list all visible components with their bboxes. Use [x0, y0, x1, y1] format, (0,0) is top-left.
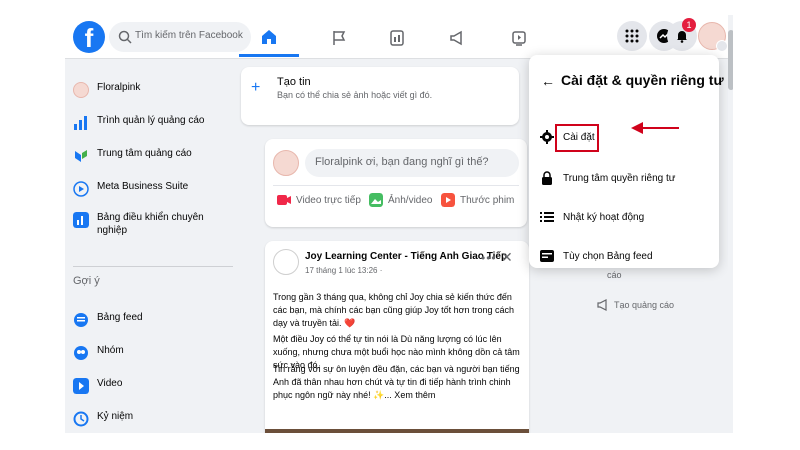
right-column-text: cáo	[607, 270, 622, 280]
live-video-icon	[277, 195, 291, 205]
sidebar-item-label: Floralpink	[97, 82, 141, 93]
sidebar-item-groups[interactable]: Nhóm	[73, 344, 233, 361]
nav-pages-tab[interactable]	[309, 19, 369, 57]
sidebar-item-label: Nhóm	[97, 345, 124, 356]
search-icon	[118, 30, 132, 44]
menu-item-label: Trung tâm quyền riêng tư	[563, 172, 676, 184]
status-input[interactable]: Floralpink ơi, bạn đang nghĩ gì thế?	[305, 149, 519, 177]
divider	[273, 185, 519, 186]
top-navigation-bar: f Tìm kiếm trên Facebook 1	[65, 15, 733, 59]
menu-item-label: Tùy chọn Bảng feed	[563, 250, 653, 262]
sidebar-item-ads-manager[interactable]: Trình quản lý quảng cáo	[73, 114, 233, 131]
business-suite-icon	[73, 181, 89, 197]
sidebar-item-ad-center[interactable]: Trung tâm quảng cáo	[73, 147, 233, 164]
feed-icon	[74, 313, 88, 327]
grid-menu-icon	[625, 29, 639, 43]
menu-title: Cài đặt & quyền riêng tư	[561, 72, 724, 88]
search-input[interactable]: Tìm kiếm trên Facebook	[135, 30, 243, 41]
settings-privacy-menu: ← Cài đặt & quyền riêng tư Cài đặt Trung…	[529, 55, 724, 269]
sidebar-item-business-suite[interactable]: Meta Business Suite	[73, 180, 233, 197]
section-title: Gợi ý	[73, 275, 100, 287]
dashboard-icon	[73, 212, 89, 228]
page-avatar[interactable]	[273, 249, 299, 275]
bar-chart-icon	[74, 116, 87, 130]
play-screen-icon	[512, 31, 526, 46]
list-icon	[539, 209, 555, 225]
sidebar-item-professional-dashboard[interactable]: Bảng điều khiển chuyên nghiệp	[73, 211, 233, 237]
notification-badge: 1	[682, 18, 696, 32]
groups-icon	[74, 346, 88, 360]
nav-gaming-tab[interactable]	[489, 19, 549, 57]
photo-icon	[369, 193, 383, 207]
sidebar-item-video[interactable]: Video	[73, 377, 233, 394]
reels-icon	[441, 193, 455, 207]
sidebar-item-feed[interactable]: Bảng feed	[73, 311, 233, 328]
sidebar-item-label: Bảng điều khiển chuyên nghiệp	[97, 212, 204, 236]
action-label: Ảnh/video	[388, 194, 433, 206]
divider	[73, 266, 233, 267]
menu-item-feed-preferences[interactable]: Tùy chọn Bảng feed	[539, 243, 711, 269]
video-icon	[73, 378, 89, 394]
flag-icon	[333, 31, 346, 45]
menu-item-privacy-center[interactable]: Trung tâm quyền riêng tư	[539, 165, 711, 191]
arrow-annotation-icon	[631, 122, 679, 134]
plus-icon: +	[251, 79, 261, 96]
story-title: Tạo tin	[277, 76, 311, 88]
composer-placeholder: Floralpink ơi, bạn đang nghĩ gì thế?	[315, 156, 489, 168]
sidebar-item-memories[interactable]: Kỷ niệm	[73, 410, 233, 427]
menu-item-activity-log[interactable]: Nhật ký hoạt động	[539, 204, 711, 230]
account-avatar[interactable]	[698, 22, 728, 52]
avatar	[73, 82, 89, 98]
sidebar-item-label: Trung tâm quảng cáo	[97, 148, 192, 159]
menu-button[interactable]	[617, 21, 647, 51]
back-arrow-icon[interactable]: ←	[541, 73, 555, 89]
post-paragraph: Tin rằng với sự ôn luyện đều đặn, các bạ…	[273, 364, 520, 400]
nav-watch-tab[interactable]	[367, 19, 427, 57]
ad-center-icon	[75, 150, 87, 162]
search-box[interactable]: Tìm kiếm trên Facebook	[109, 22, 251, 52]
photo-video-button[interactable]: Ảnh/video	[369, 193, 432, 207]
sidebar-item-label: Meta Business Suite	[97, 181, 189, 192]
video-page-icon	[390, 30, 404, 46]
gear-icon	[539, 129, 555, 145]
story-subtitle: Bạn có thể chia sẻ ảnh hoặc viết gì đó.	[277, 90, 433, 100]
lock-icon	[539, 170, 555, 186]
left-sidebar: Floralpink Trình quản lý quảng cáo Trung…	[65, 59, 235, 433]
avatar	[273, 150, 299, 176]
create-ad-label: Tạo quảng cáo	[614, 300, 675, 310]
nav-home-tab[interactable]	[239, 19, 299, 57]
post-image[interactable]	[265, 429, 529, 433]
nav-ads-tab[interactable]	[427, 19, 487, 57]
sidebar-item-label: Trình quản lý quảng cáo	[97, 115, 205, 126]
create-ad-link[interactable]: Tạo quảng cáo	[597, 299, 674, 311]
megaphone-icon	[450, 30, 462, 46]
home-icon	[262, 29, 276, 44]
more-options-icon[interactable]: •••	[481, 251, 497, 265]
sidebar-item-label: Bảng feed	[97, 312, 143, 323]
sidebar-item-label: Kỷ niệm	[97, 411, 134, 422]
live-video-button[interactable]: Video trực tiếp	[277, 193, 361, 207]
highlight-box	[555, 124, 599, 152]
feed-preferences-icon	[539, 248, 555, 264]
post-card: Joy Learning Center - Tiếng Anh Giao Tiế…	[265, 241, 529, 433]
action-label: Thước phim	[460, 194, 515, 206]
post-timestamp[interactable]: 17 tháng 1 lúc 13:26 ·	[305, 266, 382, 275]
action-label: Video trực tiếp	[296, 194, 361, 206]
megaphone-icon	[597, 299, 607, 311]
create-story-card[interactable]: + Tạo tin Bạn có thể chia sẻ ảnh hoặc vi…	[241, 67, 519, 125]
menu-item-label: Nhật ký hoạt động	[563, 211, 645, 223]
close-icon[interactable]: ✕	[501, 249, 513, 266]
post-author[interactable]: Joy Learning Center - Tiếng Anh Giao Tiế…	[305, 251, 507, 262]
composer-card: Floralpink ơi, bạn đang nghĩ gì thế? Vid…	[265, 139, 527, 227]
reels-button[interactable]: Thước phim	[441, 193, 514, 207]
post-paragraph: Trong gần 3 tháng qua, không chỉ Joy chi…	[273, 292, 515, 328]
scrollbar-thumb[interactable]	[728, 30, 733, 90]
facebook-logo[interactable]: f	[73, 21, 105, 53]
chevron-down-icon	[716, 40, 728, 52]
clock-icon	[73, 411, 89, 427]
sidebar-item-profile[interactable]: Floralpink	[73, 81, 233, 98]
facebook-window: f Tìm kiếm trên Facebook 1 Floralpink Tr…	[65, 15, 733, 433]
sidebar-item-label: Video	[97, 378, 123, 389]
